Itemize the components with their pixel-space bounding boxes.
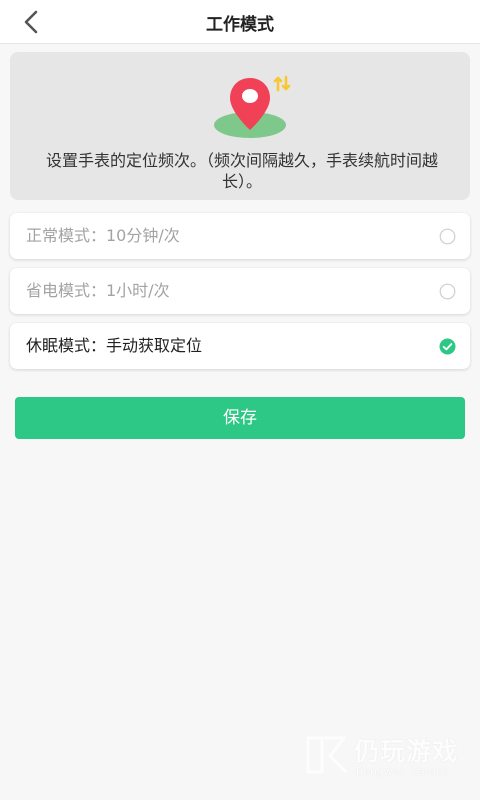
mode-label: 休眠模式：手动获取定位 — [26, 336, 203, 355]
header-bar: 工作模式 — [0, 0, 480, 44]
radio-checked-icon[interactable] — [439, 338, 456, 355]
info-card: 设置手表的定位频次。（频次间隔越久，手表续航时间越长）。 — [10, 52, 470, 200]
watermark-subtitle: Rengwan Games — [356, 765, 449, 778]
watermark-logo: 仍玩游戏 Rengwan Games — [304, 728, 464, 784]
radio-unchecked-icon[interactable] — [439, 228, 456, 245]
watermark-logo-icon — [306, 736, 348, 774]
radio-unchecked-icon[interactable] — [439, 283, 456, 300]
info-description: 设置手表的定位频次。（频次间隔越久，手表续航时间越长）。 — [45, 151, 438, 191]
mode-option-power-saving[interactable]: 省电模式：1小时/次 — [10, 268, 470, 314]
sync-arrows-icon — [273, 75, 291, 92]
location-pin-icon — [214, 75, 291, 138]
watermark-name: 仍玩游戏 — [354, 737, 459, 766]
page-title: 工作模式 — [206, 15, 274, 35]
mode-label: 省电模式：1小时/次 — [26, 281, 170, 300]
mode-option-sleep[interactable]: 休眠模式：手动获取定位 — [10, 323, 470, 369]
mode-option-normal[interactable]: 正常模式：10分钟/次 — [10, 213, 470, 259]
mode-label: 正常模式：10分钟/次 — [26, 226, 180, 245]
save-button[interactable]: 保存 — [15, 397, 465, 439]
